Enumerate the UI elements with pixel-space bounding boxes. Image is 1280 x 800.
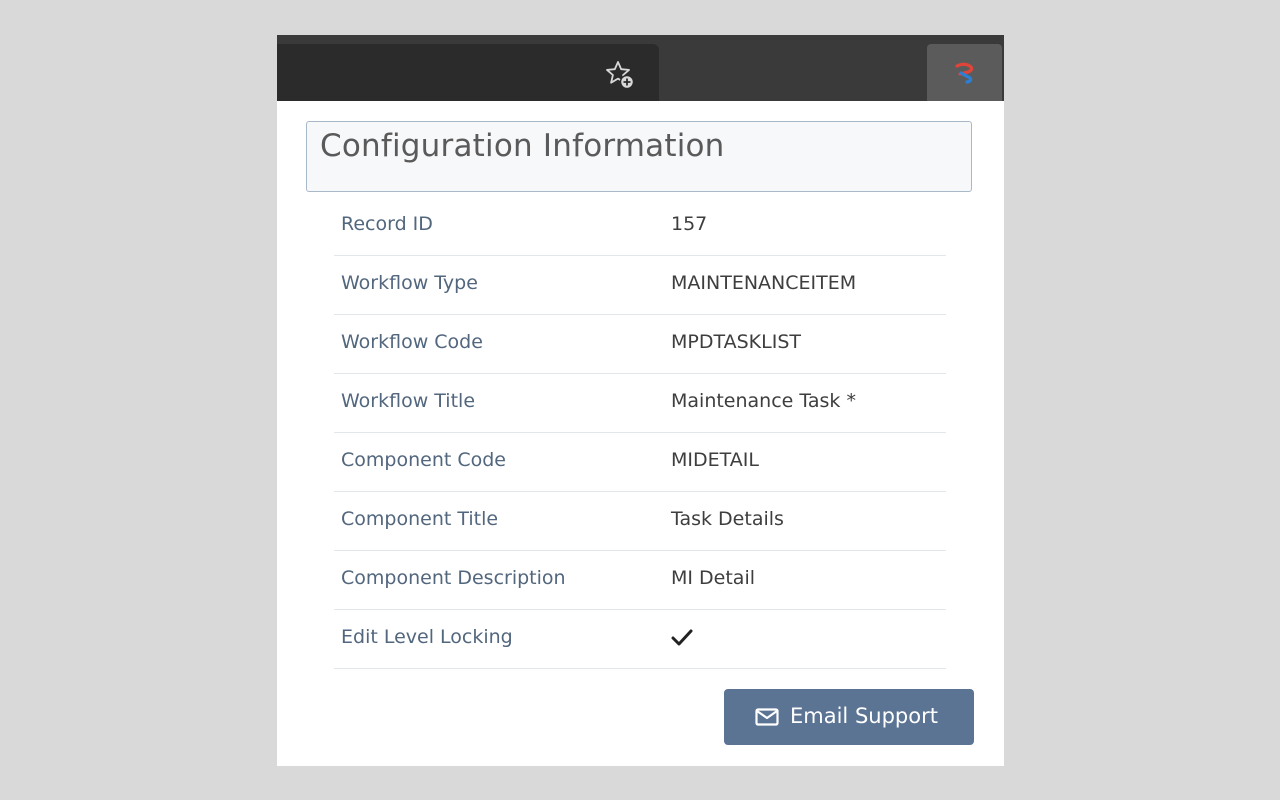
row-value: MPDTASKLIST	[671, 331, 801, 353]
table-row: Workflow Title Maintenance Task *	[334, 374, 946, 433]
config-panel: Configuration Information Record ID 157 …	[277, 101, 1004, 766]
row-value: Maintenance Task *	[671, 390, 856, 412]
row-value: MI Detail	[671, 567, 756, 589]
page-title: Configuration Information	[320, 128, 725, 164]
row-value: MIDETAIL	[671, 449, 759, 471]
row-value: Task Details	[671, 508, 784, 530]
email-support-label: Email Support	[790, 704, 938, 728]
browser-toolbar	[277, 35, 1004, 101]
row-label: Component Description	[341, 567, 566, 589]
table-row: Component Description MI Detail	[334, 551, 946, 610]
table-row: Workflow Code MPDTASKLIST	[334, 315, 946, 374]
row-label: Record ID	[341, 213, 433, 235]
row-label: Workflow Code	[341, 331, 483, 353]
table-row: Workflow Type MAINTENANCEITEM	[334, 256, 946, 315]
extension-button[interactable]	[927, 44, 1002, 101]
browser-window: Configuration Information Record ID 157 …	[277, 35, 1004, 766]
extension-logo-icon	[955, 62, 974, 84]
email-support-button[interactable]: Email Support	[724, 689, 974, 745]
row-label: Workflow Type	[341, 272, 478, 294]
star-plus-icon[interactable]	[603, 58, 637, 92]
panel-header: Configuration Information	[306, 121, 972, 192]
table-row: Component Code MIDETAIL	[334, 433, 946, 492]
row-label: Component Code	[341, 449, 506, 471]
info-table: Record ID 157 Workflow Type MAINTENANCEI…	[334, 197, 946, 669]
table-row: Component Title Task Details	[334, 492, 946, 551]
checkmark-icon	[671, 629, 693, 646]
row-label: Component Title	[341, 508, 499, 530]
address-bar[interactable]	[277, 44, 659, 101]
envelope-icon	[755, 708, 779, 726]
table-row: Edit Level Locking	[334, 610, 946, 669]
row-value: MAINTENANCEITEM	[671, 272, 857, 294]
row-label: Workflow Title	[341, 390, 476, 412]
table-row: Record ID 157	[334, 197, 946, 256]
row-label: Edit Level Locking	[341, 626, 513, 648]
row-value: 157	[671, 213, 708, 235]
